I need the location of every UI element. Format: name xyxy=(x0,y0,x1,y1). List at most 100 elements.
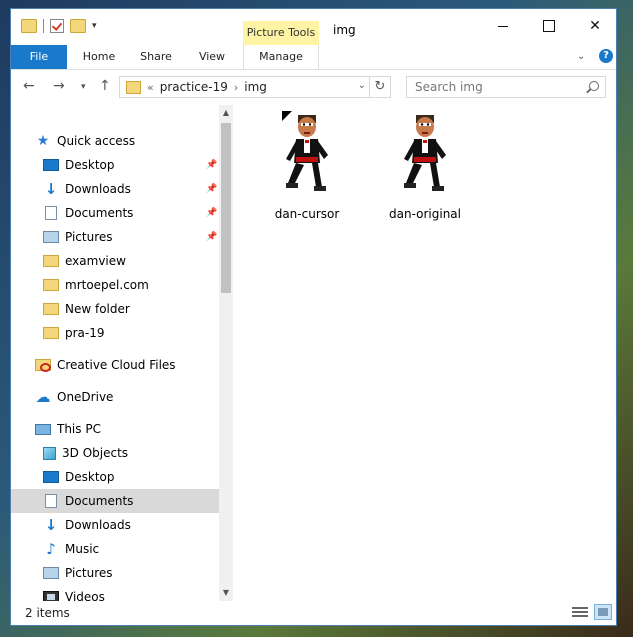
navigation-pane: ★ Quick access Desktop 📌 ↓ Downloads 📌 D… xyxy=(11,105,233,601)
expand-ribbon-chevron-icon[interactable]: ⌄ xyxy=(577,51,585,62)
toolbar-divider xyxy=(43,19,44,33)
image-thumbnail xyxy=(282,111,332,201)
nav-item-pc-pictures[interactable]: Pictures xyxy=(11,561,233,585)
scrollbar-thumb[interactable] xyxy=(221,123,231,293)
creative-cloud-icon xyxy=(35,359,51,372)
search-placeholder: Search img xyxy=(415,80,483,94)
downloads-icon: ↓ xyxy=(44,516,58,534)
address-bar[interactable]: « practice-19 › img ⌄ ↻ xyxy=(119,76,391,98)
pin-icon[interactable]: 📌 xyxy=(206,208,217,218)
navigation-bar: ← → ▾ ↑ « practice-19 › img ⌄ ↻ Search i… xyxy=(11,70,616,104)
new-folder-icon[interactable] xyxy=(70,19,86,33)
properties-icon[interactable] xyxy=(50,19,64,33)
large-icons-view-icon[interactable] xyxy=(594,604,612,620)
pictures-icon xyxy=(43,231,59,243)
quick-access-toolbar: ▾ xyxy=(21,19,97,33)
character-thumbnail xyxy=(404,115,446,191)
ribbon-tabs: File Home Share View Manage ⌄ ? xyxy=(11,45,616,70)
tab-home[interactable]: Home xyxy=(73,45,125,69)
nav-item-pc-desktop[interactable]: Desktop xyxy=(11,465,233,489)
item-count: 2 items xyxy=(25,606,70,620)
folder-icon xyxy=(43,255,59,267)
tab-view[interactable]: View xyxy=(187,45,237,69)
3d-objects-icon xyxy=(43,446,56,460)
nav-pane-scrollbar[interactable]: ▲ ▼ xyxy=(219,105,233,601)
help-icon[interactable]: ? xyxy=(599,49,613,63)
folder-icon xyxy=(43,279,59,291)
computer-icon xyxy=(35,423,51,435)
minimize-button[interactable] xyxy=(480,9,526,43)
nav-item-pra-19[interactable]: pra-19 xyxy=(11,321,233,345)
nav-item-videos[interactable]: Videos xyxy=(11,585,233,601)
image-thumbnail xyxy=(400,111,450,201)
file-item-dan-original[interactable]: dan-original xyxy=(375,111,475,221)
file-item-dan-cursor[interactable]: dan-cursor xyxy=(257,111,357,221)
minimize-icon xyxy=(498,25,508,27)
nav-onedrive[interactable]: ☁ OneDrive xyxy=(11,385,233,409)
nav-quick-access[interactable]: ★ Quick access xyxy=(11,129,233,153)
address-history-chevron-icon[interactable]: ⌄ xyxy=(358,80,366,91)
breadcrumb-practice-19[interactable]: practice-19 xyxy=(160,80,228,94)
nav-item-documents[interactable]: Documents 📌 xyxy=(11,201,233,225)
breadcrumb-separator-icon[interactable]: › xyxy=(234,81,238,94)
file-list: dan-cursor dan-original xyxy=(233,105,616,601)
picture-tools-label: Picture Tools xyxy=(243,21,319,45)
folder-icon xyxy=(21,19,37,33)
scroll-up-icon[interactable]: ▲ xyxy=(219,105,233,121)
desktop-icon xyxy=(43,471,59,483)
nav-item-3d-objects[interactable]: 3D Objects xyxy=(11,441,233,465)
pin-icon[interactable]: 📌 xyxy=(206,232,217,242)
nav-item-examview[interactable]: examview xyxy=(11,249,233,273)
tab-share[interactable]: Share xyxy=(131,45,181,69)
title-bar: ▾ Picture Tools img ✕ xyxy=(11,9,616,45)
close-button[interactable]: ✕ xyxy=(572,9,618,43)
documents-icon xyxy=(45,206,57,220)
folder-icon xyxy=(126,80,141,94)
nav-item-mrtoepel[interactable]: mrtoepel.com xyxy=(11,273,233,297)
downloads-icon: ↓ xyxy=(44,180,58,198)
file-name: dan-original xyxy=(389,207,461,221)
nav-creative-cloud[interactable]: Creative Cloud Files xyxy=(11,353,233,377)
search-icon xyxy=(589,81,599,91)
nav-item-new-folder[interactable]: New folder xyxy=(11,297,233,321)
music-icon: ♪ xyxy=(46,540,56,558)
folder-icon xyxy=(43,303,59,315)
pictures-icon xyxy=(43,567,59,579)
pin-icon[interactable]: 📌 xyxy=(206,160,217,170)
back-arrow-icon[interactable]: ← xyxy=(23,78,35,94)
videos-icon xyxy=(43,591,59,601)
scroll-down-icon[interactable]: ▼ xyxy=(219,585,233,601)
tab-file[interactable]: File xyxy=(11,45,67,69)
recent-locations-chevron-icon[interactable]: ▾ xyxy=(81,82,86,92)
search-input[interactable]: Search img xyxy=(406,76,606,98)
maximize-icon xyxy=(543,20,555,32)
nav-item-desktop[interactable]: Desktop 📌 xyxy=(11,153,233,177)
maximize-button[interactable] xyxy=(526,9,572,43)
tab-manage[interactable]: Manage xyxy=(243,45,319,69)
nav-item-downloads[interactable]: ↓ Downloads 📌 xyxy=(11,177,233,201)
documents-icon xyxy=(45,494,57,508)
window-title: img xyxy=(333,23,356,37)
file-name: dan-cursor xyxy=(274,207,340,221)
nav-item-pc-downloads[interactable]: ↓ Downloads xyxy=(11,513,233,537)
folder-icon xyxy=(43,327,59,339)
nav-item-pc-documents[interactable]: Documents xyxy=(11,489,233,513)
pin-icon[interactable]: 📌 xyxy=(206,184,217,194)
details-view-icon[interactable] xyxy=(572,605,588,619)
customize-toolbar-chevron-icon[interactable]: ▾ xyxy=(92,21,97,31)
nav-item-pictures[interactable]: Pictures 📌 xyxy=(11,225,233,249)
status-bar: 2 items xyxy=(11,601,616,625)
up-arrow-icon[interactable]: ↑ xyxy=(99,78,111,94)
explorer-window: ▾ Picture Tools img ✕ File Home Share Vi… xyxy=(10,8,617,626)
nav-item-music[interactable]: ♪ Music xyxy=(11,537,233,561)
star-icon: ★ xyxy=(36,133,50,149)
path-overflow[interactable]: « xyxy=(147,81,154,94)
forward-arrow-icon[interactable]: → xyxy=(53,78,65,94)
refresh-icon[interactable]: ↻ xyxy=(369,77,390,97)
desktop-icon xyxy=(43,159,59,171)
character-thumbnail xyxy=(282,111,328,191)
breadcrumb-img[interactable]: img xyxy=(244,80,267,94)
close-icon: ✕ xyxy=(589,18,601,34)
onedrive-cloud-icon: ☁ xyxy=(35,388,51,406)
nav-this-pc[interactable]: This PC xyxy=(11,417,233,441)
